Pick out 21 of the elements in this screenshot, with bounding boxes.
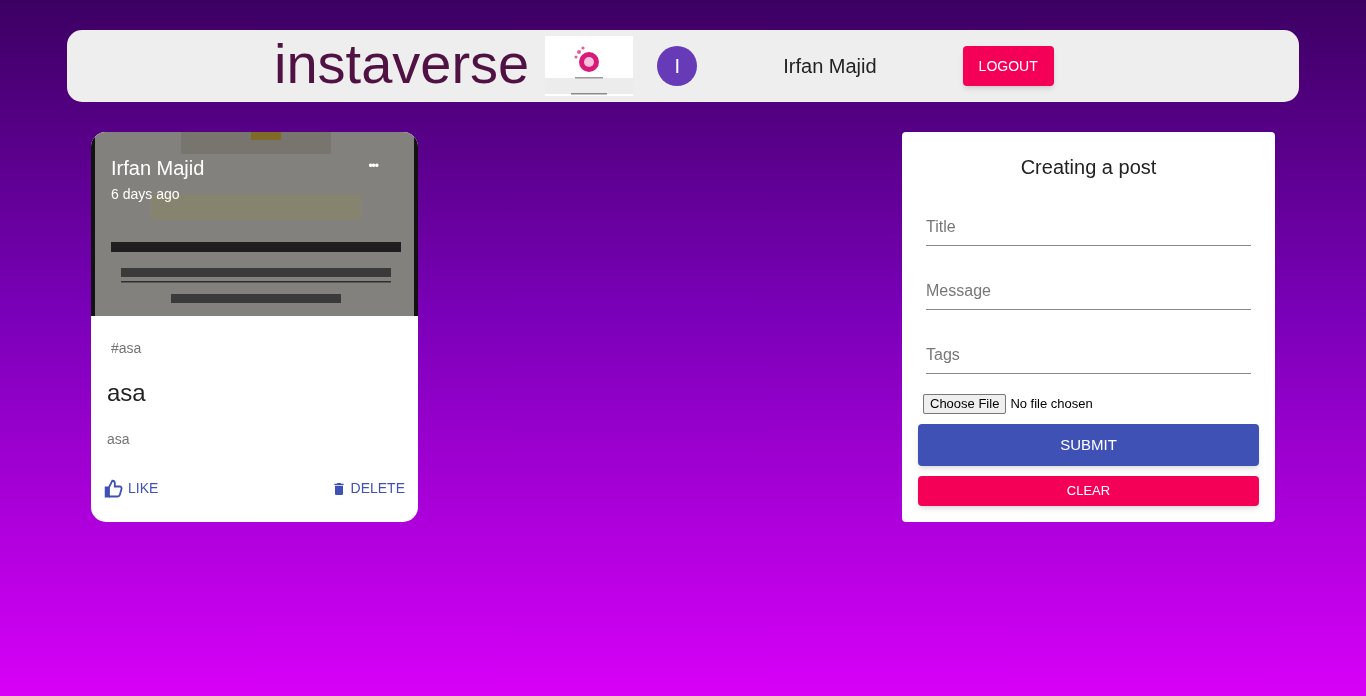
delete-button[interactable]: DELETE	[330, 478, 405, 499]
post-message: asa	[107, 430, 131, 449]
more-button[interactable]: •••	[368, 158, 378, 174]
submit-button[interactable]: SUBMIT	[918, 424, 1259, 466]
text-field[interactable]: Tags	[926, 337, 1251, 374]
post-author: Irfan Majid	[111, 156, 205, 180]
post-time: 6 days ago	[111, 185, 181, 204]
text-field[interactable]: Title	[926, 209, 1251, 246]
clear-button[interactable]: CLEAR	[918, 476, 1259, 506]
form-title: Creating a post	[1019, 155, 1158, 180]
post-tags: #asa	[111, 338, 402, 359]
user-name: Irfan Majid	[783, 54, 877, 79]
user-avatar: I	[657, 46, 698, 86]
post-title: asa	[107, 378, 147, 408]
like-button[interactable]: LIKE	[104, 478, 159, 499]
text-field[interactable]: Message	[926, 273, 1251, 310]
logout-button[interactable]: LOGOUT	[962, 46, 1054, 86]
choose-file-button[interactable]: Choose File	[923, 394, 1007, 414]
brand-title: instaverse	[274, 36, 530, 92]
thumbs-up-icon	[104, 478, 124, 499]
file-status: No file chosen	[1010, 395, 1093, 414]
